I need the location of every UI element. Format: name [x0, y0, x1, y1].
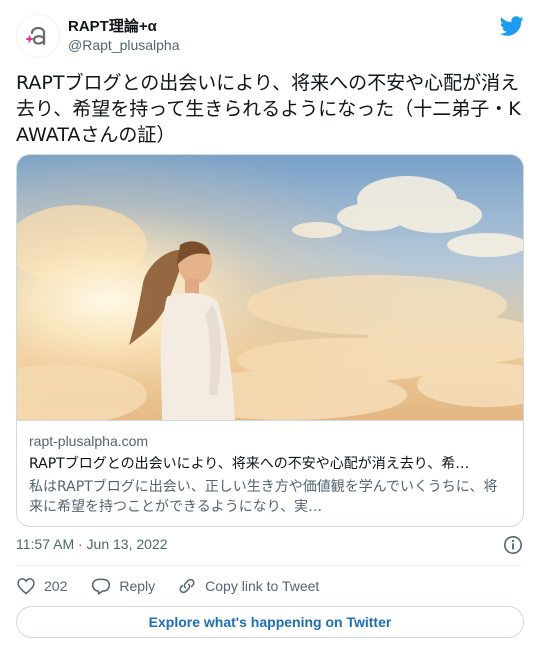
tweet-actions: 202 Reply Copy link to Tweet [16, 574, 319, 598]
reply-bubble-icon [92, 578, 111, 595]
author-logo-icon [26, 26, 46, 46]
link-title: RAPTブログとの出会いにより、将来への不安や心配が消え去り、希… [29, 456, 470, 472]
link-chain-icon [179, 578, 195, 594]
reply-button[interactable]: Reply [91, 576, 155, 596]
like-count: 202 [44, 578, 68, 594]
divider [16, 565, 524, 566]
link-domain: rapt-plusalpha.com [29, 433, 149, 449]
reply-label: Reply [119, 578, 156, 594]
like-button[interactable]: 202 [16, 576, 67, 596]
link-preview-card[interactable]: rapt-plusalpha.com RAPTブログとの出会いにより、将来への不… [16, 154, 524, 527]
tweet-text: RAPTブログとの出会いにより、将来への不安や心配が消え去り、希望を持って生きら… [16, 72, 521, 146]
link-preview-image [17, 155, 523, 420]
avatar[interactable] [16, 14, 60, 58]
heart-icon [17, 578, 35, 595]
author-handle[interactable]: @Rapt_plusalpha [68, 37, 180, 53]
copy-link-label: Copy link to Tweet [205, 578, 320, 594]
info-icon[interactable] [503, 535, 523, 555]
explore-twitter-button[interactable]: Explore what's happening on Twitter [16, 606, 524, 638]
embedded-tweet: RAPT理論+α @Rapt_plusalpha RAPTブログとの出会いにより… [0, 0, 540, 653]
link-description: 私はRAPTブログに出会い、正しい生き方や価値観を学んでいくうちに、将来に希望を… [29, 479, 498, 515]
author-name[interactable]: RAPT理論+α [68, 15, 157, 36]
woman-sunset-sky-image [17, 155, 523, 420]
tweet-timestamp[interactable]: 11:57 AM · Jun 13, 2022 [16, 536, 168, 552]
twitter-bird-icon[interactable] [500, 14, 524, 38]
copy-link-button[interactable]: Copy link to Tweet [177, 576, 319, 596]
link-preview-meta: rapt-plusalpha.com RAPTブログとの出会いにより、将来への不… [17, 420, 523, 517]
